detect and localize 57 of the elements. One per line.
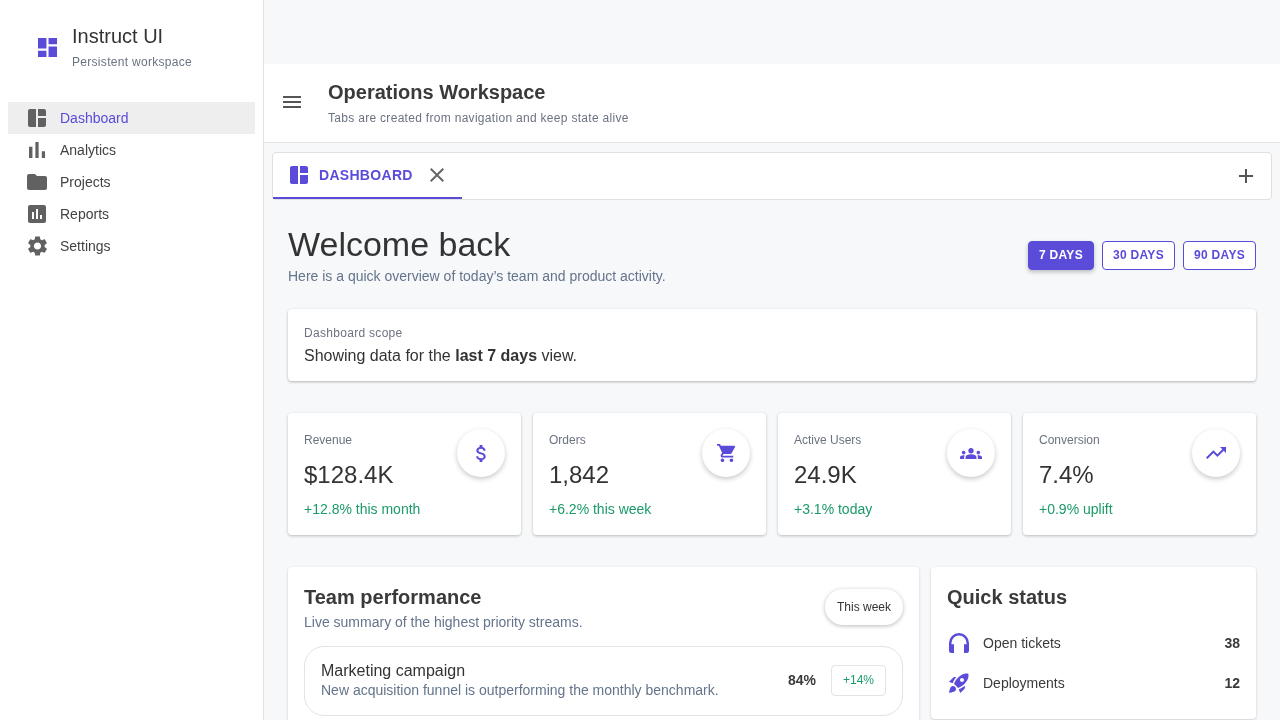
workspace-subtitle: Tabs are created from navigation and keep state alive [328,110,629,126]
trend-up-icon [1192,429,1240,477]
kpi-change: +3.1% today [794,500,873,519]
bar-chart-icon [29,142,45,158]
brand-subtitle: Persistent workspace [72,54,193,70]
kpi-label: Active Users [794,432,863,448]
status-value: 12 [1224,675,1240,691]
plus-icon[interactable] [1239,169,1253,183]
card-title: Quick status [947,585,1069,609]
scope-text: Showing data for the last 7 days view. [304,346,579,366]
dashboard-icon [28,109,46,127]
range-button[interactable]: 7 DAYS [1027,240,1094,270]
kpi-value: 24.9K [794,460,858,490]
kpi-value: 7.4% [1039,460,1095,490]
report-icon [28,205,46,223]
range-button[interactable]: 90 DAYS [1182,240,1256,270]
sidebar-item[interactable]: Dashboard [8,102,255,134]
delta-chip: +14% [830,664,886,696]
kpi-label: Orders [549,432,587,448]
cart-icon [702,429,750,477]
scope-label: Dashboard scope [304,325,404,341]
tab[interactable]: DASHBOARD [273,153,462,199]
campaign-percent: 84% [787,672,816,688]
headset-icon [949,633,969,653]
status-value: 38 [1224,635,1240,651]
campaign-title: Marketing campaign [321,661,467,681]
sidebar-item[interactable]: Settings [8,230,255,262]
kpi-change: +6.2% this week [549,500,652,519]
card-subtitle: Live summary of the highest priority streams. [304,613,583,632]
period-button[interactable]: This week [824,589,903,625]
people-icon [947,429,995,477]
rocket-icon [949,673,969,693]
dollar-icon [457,429,505,477]
range-button[interactable]: 30 DAYS [1101,240,1175,270]
menu-icon[interactable] [283,96,301,108]
page-title: Welcome back [288,224,512,264]
status-label: Deployments [983,675,1065,691]
sidebar-item[interactable]: Projects [8,166,255,198]
settings-icon [27,236,47,256]
kpi-change: +0.9% uplift [1039,500,1113,519]
close-icon[interactable] [429,168,444,182]
kpi-label: Revenue [304,432,354,448]
sidebar-item[interactable]: Reports [8,198,255,230]
status-label: Open tickets [983,635,1061,651]
workspace-title: Operations Workspace [328,80,547,104]
kpi-label: Conversion [1039,432,1101,448]
campaign-description: New acquisition funnel is outperforming the monthly benchmark. [321,682,719,699]
logo-icon [38,37,57,57]
dashboard-icon [290,166,308,184]
kpi-value: $128.4K [304,460,395,490]
kpi-change: +12.8% this month [304,500,421,519]
brand-title: Instruct UI [72,24,165,48]
folder-icon [27,174,47,190]
sidebar-item[interactable]: Analytics [8,134,255,166]
kpi-value: 1,842 [549,460,611,490]
page-subtitle: Here is a quick overview of today’s team and product activity. [288,267,666,286]
card-title: Team performance [304,585,483,609]
